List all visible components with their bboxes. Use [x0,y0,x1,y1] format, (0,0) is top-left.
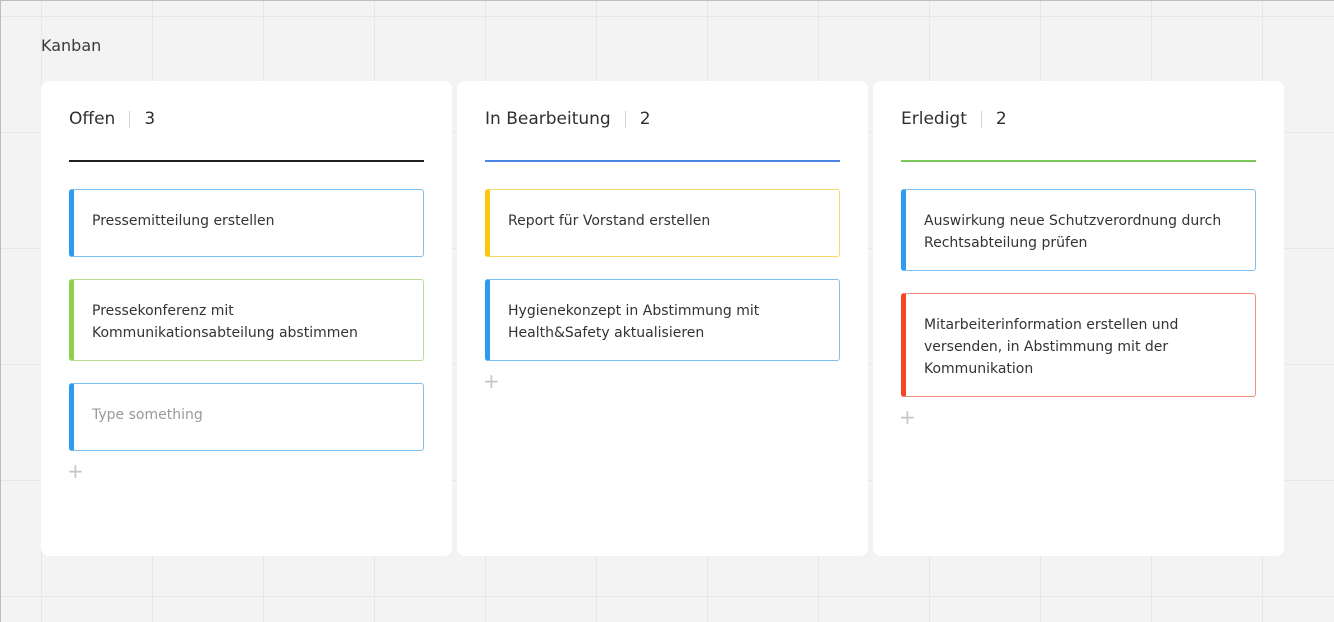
column-in-bearbeitung: In Bearbeitung 2 Report für Vorstand ers… [457,81,868,556]
column-underline [901,160,1256,162]
header-separator [624,110,626,128]
column-title[interactable]: Offen [69,109,115,129]
column-count: 3 [144,109,156,129]
column-header: In Bearbeitung 2 [485,81,840,163]
column-header: Offen 3 [69,81,424,163]
kanban-card[interactable]: Mitarbeiterinformation erstellen und ver… [901,293,1256,397]
card-text[interactable]: Hygienekonzept in Abstimmung mit Health&… [508,300,821,344]
kanban-card[interactable]: Pressekonferenz mit Kommunikationsabteil… [69,279,424,361]
kanban-card[interactable]: Hygienekonzept in Abstimmung mit Health&… [485,279,840,361]
card-list: Auswirkung neue Schutzverordnung durch R… [899,163,1256,427]
kanban-card[interactable]: Auswirkung neue Schutzverordnung durch R… [901,189,1256,271]
column-underline [69,160,424,162]
add-card-button[interactable]: + [67,461,424,481]
column-header: Erledigt 2 [901,81,1256,163]
kanban-card[interactable]: Report für Vorstand erstellen [485,189,840,257]
column-count: 2 [995,109,1007,129]
card-text[interactable]: Auswirkung neue Schutzverordnung durch R… [924,210,1237,254]
card-list: Report für Vorstand erstellen Hygienekonz… [483,163,840,391]
header-separator [980,110,982,128]
card-text[interactable]: Report für Vorstand erstellen [508,210,821,232]
column-title[interactable]: Erledigt [901,109,967,129]
column-title[interactable]: In Bearbeitung [485,109,611,129]
add-card-button[interactable]: + [899,407,1256,427]
header-separator [129,110,131,128]
column-count: 2 [639,109,651,129]
add-card-button[interactable]: + [483,371,840,391]
column-offen: Offen 3 Pressemitteilung erstellen Presse… [41,81,452,556]
card-placeholder[interactable]: Type something [69,383,424,451]
whiteboard-canvas[interactable]: Kanban Offen 3 Pressemitteilung erstelle… [0,0,1334,622]
card-list: Pressemitteilung erstellen Pressekonferen… [67,163,424,481]
kanban-frame-title[interactable]: Kanban [41,36,101,55]
card-text[interactable]: Mitarbeiterinformation erstellen und ver… [924,314,1237,380]
column-erledigt: Erledigt 2 Auswirkung neue Schutzverordn… [873,81,1284,556]
column-underline [485,160,840,162]
card-text[interactable]: Pressemitteilung erstellen [92,210,405,232]
card-text[interactable]: Pressekonferenz mit Kommunikationsabteil… [92,300,405,344]
card-text[interactable]: Type something [92,404,405,426]
kanban-card[interactable]: Pressemitteilung erstellen [69,189,424,257]
